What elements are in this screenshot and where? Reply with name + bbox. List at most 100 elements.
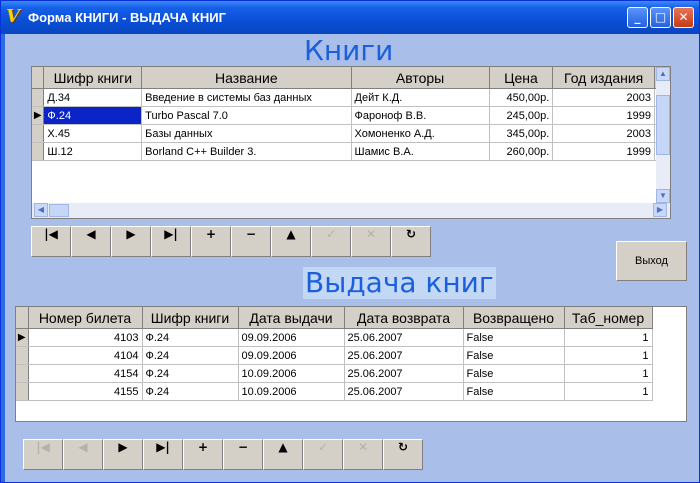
- books-cell-name[interactable]: Базы данных: [141, 124, 352, 143]
- first-record-button[interactable]: |◀: [23, 439, 63, 470]
- books-vertical-scrollbar[interactable]: ▲ ▼: [656, 67, 670, 203]
- issues-cell-ticket[interactable]: 4103: [28, 328, 143, 347]
- issues-column-header[interactable]: Номер билета: [28, 307, 143, 329]
- issues-cell-returned_flag[interactable]: False: [463, 328, 565, 347]
- issues-column-header[interactable]: Таб_номер: [564, 307, 653, 329]
- issues-grid[interactable]: Номер билета Шифр книги Дата выдачи Дата во…: [15, 306, 687, 422]
- books-table-row[interactable]: Ш.12 Borland C++ Builder 3. Шамис В.А. 260,…: [32, 142, 670, 161]
- issues-table-row[interactable]: ▶ 4103 Ф.24 09.09.2006 25.06.2007 False 1: [16, 328, 653, 347]
- prior-record-button[interactable]: ◀: [71, 226, 111, 257]
- books-cell-price[interactable]: 260,00р.: [489, 142, 554, 161]
- cancel-record-button[interactable]: ✕: [351, 226, 391, 257]
- books-column-header[interactable]: Авторы: [351, 67, 490, 89]
- next-record-button[interactable]: ▶: [103, 439, 143, 470]
- scroll-right-icon[interactable]: ▶: [653, 203, 667, 217]
- books-cell-price[interactable]: 245,00р.: [489, 106, 554, 125]
- last-record-button[interactable]: ▶|: [151, 226, 191, 257]
- issues-cell-ticket[interactable]: 4104: [28, 346, 143, 365]
- first-record-button[interactable]: |◀: [31, 226, 71, 257]
- books-grid[interactable]: Шифр книгиНазваниеАвторыЦенаГод изданияч…: [31, 66, 671, 219]
- books-cell-year[interactable]: 2003: [552, 124, 655, 143]
- issues-cell-tab[interactable]: 1: [564, 364, 653, 383]
- issues-column-header[interactable]: Возвращено: [463, 307, 565, 329]
- issues-column-header[interactable]: Дата возврата: [344, 307, 464, 329]
- books-cell-code[interactable]: Ф.24: [43, 106, 143, 125]
- books-vertical-scroll-thumb[interactable]: [656, 95, 670, 155]
- books-cell-authors[interactable]: Хомоненко А.Д.: [351, 124, 490, 143]
- issues-cell-returned_flag[interactable]: False: [463, 346, 565, 365]
- next-record-button[interactable]: ▶: [111, 226, 151, 257]
- refresh-button[interactable]: ↻: [383, 439, 423, 470]
- issues-cell-returned[interactable]: 25.06.2007: [344, 382, 464, 401]
- books-cell-authors[interactable]: Фароноф В.В.: [351, 106, 490, 125]
- books-cell-authors[interactable]: Шамис В.А.: [351, 142, 490, 161]
- books-cell-authors[interactable]: Дейт К.Д.: [351, 88, 490, 107]
- row-indicator[interactable]: ▶: [32, 106, 45, 125]
- issues-cell-returned[interactable]: 25.06.2007: [344, 364, 464, 383]
- close-button[interactable]: ✕: [673, 7, 694, 28]
- books-cell-code[interactable]: Д.34: [43, 88, 143, 107]
- issues-cell-tab[interactable]: 1: [564, 382, 653, 401]
- issues-column-header[interactable]: Дата выдачи: [238, 307, 345, 329]
- post-record-button[interactable]: ✓: [311, 226, 351, 257]
- books-cell-code[interactable]: Х.45: [43, 124, 143, 143]
- row-indicator[interactable]: [16, 382, 29, 401]
- issues-cell-code[interactable]: Ф.24: [142, 364, 239, 383]
- books-cell-year[interactable]: 1999: [552, 142, 655, 161]
- minimize-button[interactable]: _: [627, 7, 648, 28]
- issues-cell-ticket[interactable]: 4154: [28, 364, 143, 383]
- row-indicator[interactable]: [32, 142, 45, 161]
- books-table-row[interactable]: ▶ Ф.24 Turbo Pascal 7.0 Фароноф В.В. 245,00р…: [32, 106, 670, 125]
- scroll-left-icon[interactable]: ◀: [34, 203, 48, 217]
- books-table-row[interactable]: Д.34 Введение в системы баз данных Дейт К.…: [32, 88, 670, 107]
- books-cell-name[interactable]: Turbo Pascal 7.0: [141, 106, 352, 125]
- issues-cell-tab[interactable]: 1: [564, 346, 653, 365]
- issues-cell-returned_flag[interactable]: False: [463, 364, 565, 383]
- issues-cell-code[interactable]: Ф.24: [142, 346, 239, 365]
- refresh-button[interactable]: ↻: [391, 226, 431, 257]
- books-horizontal-scroll-thumb[interactable]: [49, 204, 69, 217]
- prior-record-button[interactable]: ◀: [63, 439, 103, 470]
- issues-table-row[interactable]: 4154 Ф.24 10.09.2006 25.06.2007 False 1: [16, 364, 653, 383]
- title-bar[interactable]: V Форма КНИГИ - ВЫДАЧА КНИГ _ □ ✕: [1, 1, 699, 34]
- issues-table-row[interactable]: 4155 Ф.24 10.09.2006 25.06.2007 False 1: [16, 382, 653, 401]
- delete-record-button[interactable]: −: [231, 226, 271, 257]
- books-horizontal-scrollbar[interactable]: ◀ ▶: [32, 203, 670, 218]
- issues-cell-tab[interactable]: 1: [564, 328, 653, 347]
- books-column-header[interactable]: Шифр книги: [43, 67, 143, 89]
- issues-cell-returned[interactable]: 25.06.2007: [344, 346, 464, 365]
- post-record-button[interactable]: ✓: [303, 439, 343, 470]
- row-indicator[interactable]: [32, 124, 45, 143]
- row-indicator[interactable]: ▶: [16, 328, 29, 347]
- row-indicator[interactable]: [16, 364, 29, 383]
- books-column-header[interactable]: Название: [141, 67, 352, 89]
- issues-cell-issued[interactable]: 09.09.2006: [238, 346, 345, 365]
- issues-cell-returned[interactable]: 25.06.2007: [344, 328, 464, 347]
- cancel-record-button[interactable]: ✕: [343, 439, 383, 470]
- insert-record-button[interactable]: +: [191, 226, 231, 257]
- scroll-up-icon[interactable]: ▲: [656, 67, 670, 81]
- issues-cell-issued[interactable]: 10.09.2006: [238, 382, 345, 401]
- insert-record-button[interactable]: +: [183, 439, 223, 470]
- books-column-header[interactable]: Цена: [489, 67, 554, 89]
- issues-cell-ticket[interactable]: 4155: [28, 382, 143, 401]
- books-cell-year[interactable]: 2003: [552, 88, 655, 107]
- issues-cell-code[interactable]: Ф.24: [142, 328, 239, 347]
- maximize-button[interactable]: □: [650, 7, 671, 28]
- books-cell-price[interactable]: 345,00р.: [489, 124, 554, 143]
- books-cell-year[interactable]: 1999: [552, 106, 655, 125]
- books-column-header[interactable]: Год издания: [552, 67, 655, 89]
- books-cell-code[interactable]: Ш.12: [43, 142, 143, 161]
- books-cell-price[interactable]: 450,00р.: [489, 88, 554, 107]
- issues-cell-returned_flag[interactable]: False: [463, 382, 565, 401]
- books-cell-name[interactable]: Borland C++ Builder 3.: [141, 142, 352, 161]
- issues-column-header[interactable]: Шифр книги: [142, 307, 239, 329]
- row-indicator[interactable]: [32, 88, 45, 107]
- edit-record-button[interactable]: ▲: [271, 226, 311, 257]
- edit-record-button[interactable]: ▲: [263, 439, 303, 470]
- scroll-down-icon[interactable]: ▼: [656, 189, 670, 203]
- delete-record-button[interactable]: −: [223, 439, 263, 470]
- issues-cell-code[interactable]: Ф.24: [142, 382, 239, 401]
- exit-button[interactable]: Выход: [616, 241, 687, 281]
- last-record-button[interactable]: ▶|: [143, 439, 183, 470]
